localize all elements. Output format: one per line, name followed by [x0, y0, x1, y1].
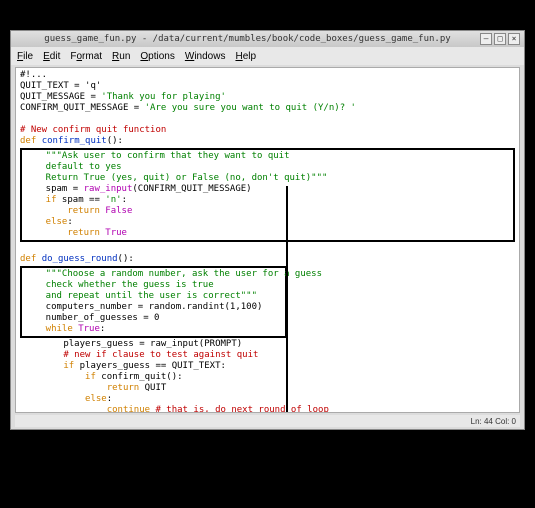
menu-windows[interactable]: Windows	[185, 51, 226, 62]
statusbar: Ln: 44 Col: 0	[15, 415, 520, 427]
code-line: else:	[20, 394, 515, 405]
menu-help[interactable]: Help	[235, 51, 256, 62]
code-line: QUIT_MESSAGE = 'Thank you for playing'	[20, 92, 515, 103]
highlight-box-1: """Ask user to confirm that they want to…	[20, 148, 515, 242]
code-line: if confirm_quit():	[20, 372, 515, 383]
status-cursor-pos: Ln: 44 Col: 0	[471, 417, 516, 426]
code-line: players_guess = raw_input(PROMPT)	[20, 339, 515, 350]
minimize-button[interactable]: –	[480, 33, 492, 45]
window-controls: – □ ×	[480, 33, 520, 45]
code-line: continue # that is, do next round of loo…	[20, 405, 515, 413]
close-button[interactable]: ×	[508, 33, 520, 45]
window-title: guess_game_fun.py - /data/current/mumble…	[15, 34, 480, 44]
code-line: # New confirm quit function	[20, 125, 515, 136]
menu-format[interactable]: Format	[70, 51, 102, 62]
code-line: # new if clause to test against quit	[20, 350, 515, 361]
code-editor[interactable]: #!... QUIT_TEXT = 'q' QUIT_MESSAGE = 'Th…	[15, 67, 520, 413]
editor-window: guess_game_fun.py - /data/current/mumble…	[10, 30, 525, 430]
code-line: if players_guess == QUIT_TEXT:	[20, 361, 515, 372]
menubar: File Edit Format Run Options Windows Hel…	[11, 47, 524, 65]
menu-options[interactable]: Options	[140, 51, 174, 62]
menu-file[interactable]: File	[17, 51, 33, 62]
code-line: def do_guess_round():	[20, 254, 515, 265]
menu-run[interactable]: Run	[112, 51, 130, 62]
code-line: #!...	[20, 70, 515, 81]
highlight-box-2: """Choose a random number, ask the user …	[20, 266, 287, 338]
titlebar[interactable]: guess_game_fun.py - /data/current/mumble…	[11, 31, 524, 47]
code-line: def confirm_quit():	[20, 136, 515, 147]
code-line: return QUIT	[20, 383, 515, 394]
vertical-annotation-line	[286, 186, 288, 413]
code-line: CONFIRM_QUIT_MESSAGE = 'Are you sure you…	[20, 103, 515, 114]
code-line: QUIT_TEXT = 'q'	[20, 81, 515, 92]
maximize-button[interactable]: □	[494, 33, 506, 45]
menu-edit[interactable]: Edit	[43, 51, 60, 62]
